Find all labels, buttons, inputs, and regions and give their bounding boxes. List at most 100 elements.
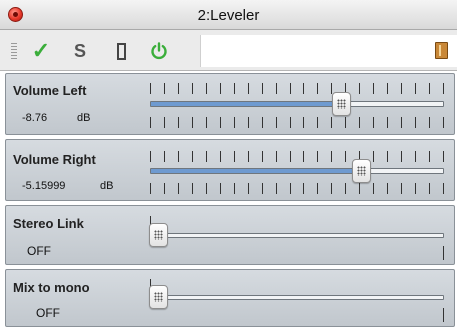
bypass-icon[interactable] [114, 38, 128, 64]
solo-button[interactable]: S [70, 38, 90, 64]
book-icon[interactable] [435, 42, 448, 59]
slider-thumb[interactable] [149, 223, 168, 247]
slider-thumb[interactable] [149, 285, 168, 309]
parameter-label: Volume Right [13, 152, 96, 167]
slider-tick [415, 151, 416, 162]
slider-tick [359, 83, 360, 94]
slider-tick [248, 83, 249, 94]
slider-thumb[interactable] [352, 159, 371, 183]
slider-tick [345, 151, 346, 162]
slider-ticks-bottom [150, 183, 444, 194]
parameter-unit: dB [77, 112, 91, 124]
slider-tick [331, 183, 332, 194]
slider-tick [373, 83, 374, 94]
slider-tick [150, 151, 151, 162]
slider-tick [290, 117, 291, 128]
mix-to-mono-slider[interactable] [150, 295, 444, 300]
stereo-link-slider[interactable] [150, 233, 444, 238]
slider-tick [303, 151, 304, 162]
volume-right-slider[interactable] [150, 168, 444, 174]
slider-tick [206, 117, 207, 128]
slider-tick [150, 117, 151, 128]
volume-left-slider[interactable] [150, 101, 444, 107]
slider-tick [220, 183, 221, 194]
parameter-panel-volume-right: Volume Right -5.15999 dB [5, 139, 455, 201]
slider-tick [303, 117, 304, 128]
slider-tick [248, 117, 249, 128]
parameter-label: Stereo Link [13, 216, 84, 231]
slider-tick [192, 183, 193, 194]
slider-tick [206, 183, 207, 194]
slider-tick [317, 183, 318, 194]
slider-tick [262, 151, 263, 162]
title-bar: 2:Leveler [0, 0, 457, 30]
parameter-unit: dB [100, 180, 114, 192]
slider-tick [331, 83, 332, 94]
slider-end-marker [443, 308, 444, 322]
slider-fill [151, 102, 341, 106]
slider-tick [206, 83, 207, 94]
slider-tick [359, 183, 360, 194]
checkmark-icon[interactable]: ✓ [30, 38, 52, 64]
slider-tick [443, 117, 444, 128]
parameter-value: -5.15999 [22, 180, 66, 192]
power-icon[interactable] [148, 38, 170, 64]
slider-tick [429, 83, 430, 94]
slider-tick [262, 117, 263, 128]
parameter-value: OFF [36, 306, 60, 320]
slider-tick [373, 183, 374, 194]
slider-tick [429, 117, 430, 128]
slider-tick [220, 151, 221, 162]
slider-tick [401, 151, 402, 162]
slider-tick [178, 83, 179, 94]
plugin-toolbar: ✓ S [0, 30, 457, 71]
slider-tick [429, 151, 430, 162]
parameter-label: Mix to mono [13, 280, 90, 295]
slider-tick [401, 117, 402, 128]
slider-tick [345, 183, 346, 194]
slider-tick [234, 151, 235, 162]
slider-tick [317, 83, 318, 94]
slider-ticks-top [150, 83, 444, 94]
slider-tick [178, 117, 179, 128]
slider-tick [192, 117, 193, 128]
preset-field[interactable] [200, 35, 457, 67]
slider-tick [248, 151, 249, 162]
slider-tick [317, 117, 318, 128]
slider-tick [164, 151, 165, 162]
slider-tick [290, 183, 291, 194]
slider-tick [443, 183, 444, 194]
slider-tick [443, 151, 444, 162]
slider-tick [192, 83, 193, 94]
slider-tick [290, 151, 291, 162]
slider-end-marker [443, 246, 444, 260]
slider-tick [415, 183, 416, 194]
grip-icon[interactable] [11, 43, 17, 59]
slider-tick [345, 117, 346, 128]
slider-tick [429, 183, 430, 194]
slider-tick [331, 117, 332, 128]
parameter-panel-volume-left: Volume Left -8.76 dB [5, 73, 455, 135]
slider-tick [276, 183, 277, 194]
slider-ticks-bottom [150, 117, 444, 128]
slider-tick [387, 117, 388, 128]
slider-tick [401, 83, 402, 94]
slider-tick [164, 83, 165, 94]
slider-tick [359, 117, 360, 128]
slider-tick [317, 151, 318, 162]
slider-tick [331, 151, 332, 162]
slider-tick [276, 83, 277, 94]
slider-tick [234, 117, 235, 128]
slider-tick [290, 83, 291, 94]
slider-tick [401, 183, 402, 194]
slider-tick [164, 183, 165, 194]
slider-thumb[interactable] [332, 92, 351, 116]
slider-tick [234, 183, 235, 194]
slider-tick [387, 83, 388, 94]
parameter-panel-mix-to-mono: Mix to mono OFF [5, 269, 455, 327]
parameter-panel-stereo-link: Stereo Link OFF [5, 205, 455, 265]
slider-tick [262, 83, 263, 94]
slider-tick [164, 117, 165, 128]
slider-tick [387, 183, 388, 194]
slider-tick [303, 183, 304, 194]
